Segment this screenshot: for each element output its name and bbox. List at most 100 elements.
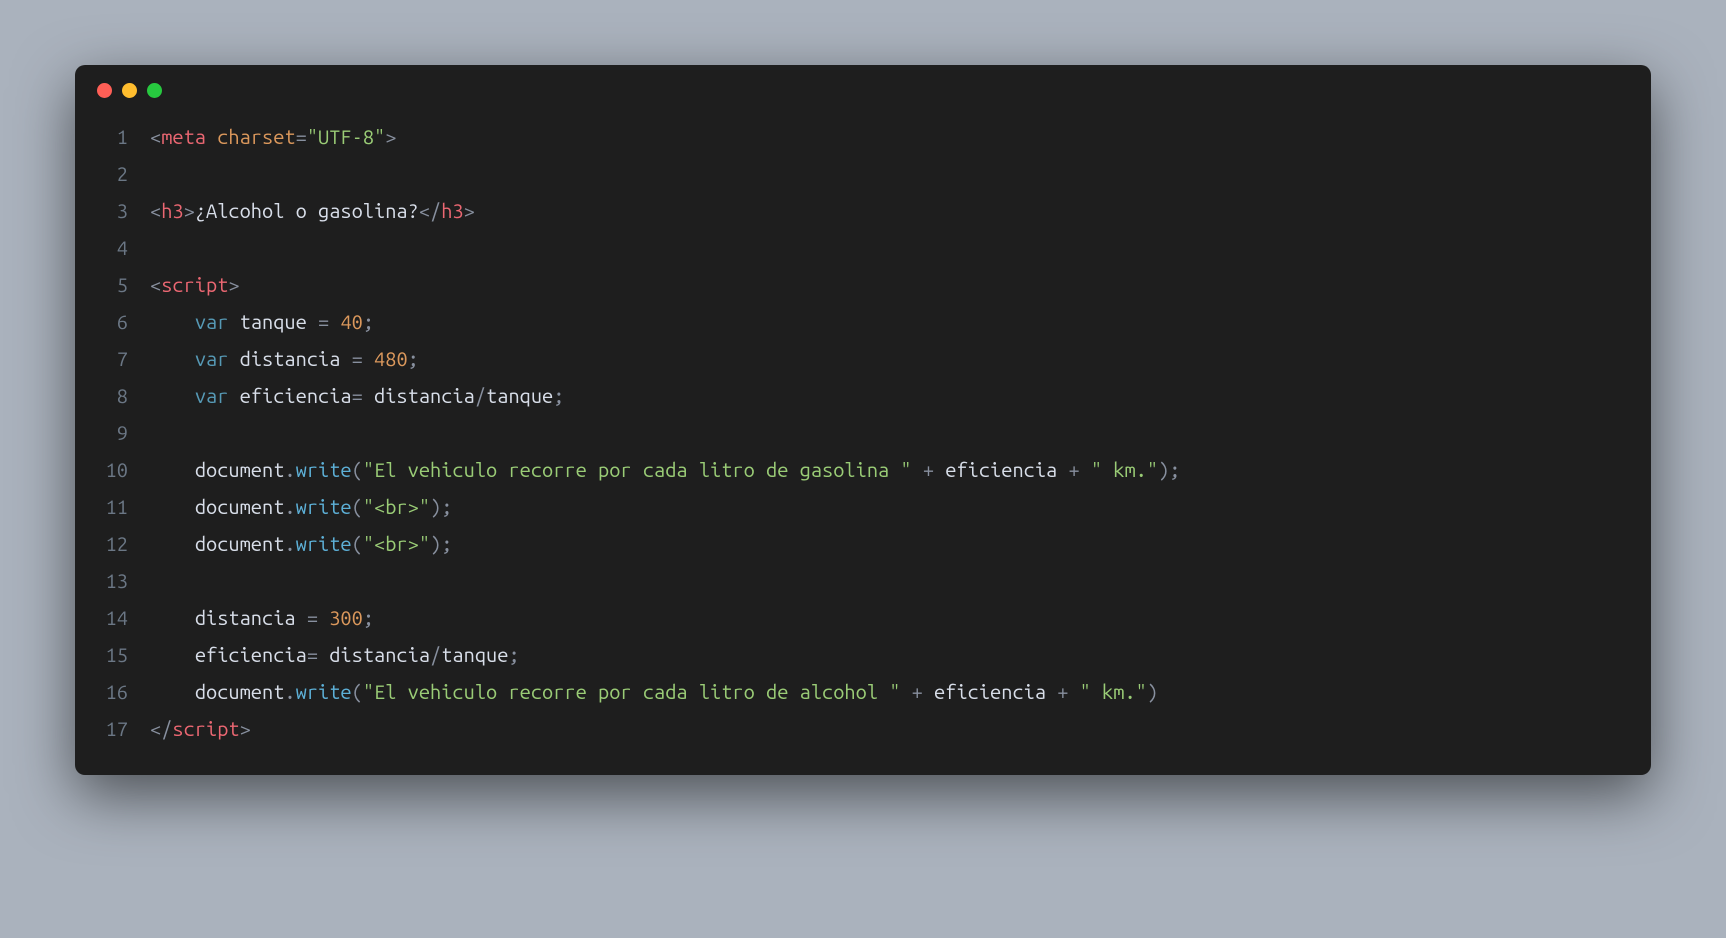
token-ident: distancia [195, 606, 296, 629]
token-punct: ; [508, 643, 519, 666]
token-punct: > [240, 717, 251, 740]
token-ident: tanque [240, 310, 307, 333]
minimize-icon[interactable] [122, 83, 137, 98]
line-number: 11 [75, 488, 150, 525]
token-punct: ); [430, 495, 452, 518]
code-line[interactable]: 13 [75, 562, 1623, 599]
zoom-icon[interactable] [147, 83, 162, 98]
token-text [150, 384, 195, 407]
token-ident: distancia [374, 384, 475, 407]
token-punct: < [150, 125, 161, 148]
token-punct: ; [363, 606, 374, 629]
token-punct: / [475, 384, 486, 407]
token-attr: charset [217, 125, 295, 148]
close-icon[interactable] [97, 83, 112, 98]
token-ident: document [195, 680, 285, 703]
token-text [150, 495, 195, 518]
token-text [150, 606, 195, 629]
token-punct: ); [1158, 458, 1180, 481]
code-line[interactable]: 3<h3>¿Alcohol o gasolina?</h3> [75, 192, 1623, 229]
code-content[interactable] [150, 414, 161, 451]
token-ident: document [195, 532, 285, 555]
token-punct: + [900, 680, 934, 703]
code-content[interactable]: document.write("<br>"); [150, 488, 452, 525]
window-titlebar [75, 65, 1651, 108]
token-punct: < [150, 199, 161, 222]
code-content[interactable]: <meta charset="UTF-8"> [150, 118, 396, 155]
token-text [206, 125, 217, 148]
code-content[interactable] [150, 562, 161, 599]
token-ident: tanque [441, 643, 508, 666]
code-content[interactable]: distancia = 300; [150, 599, 374, 636]
token-punct: = [296, 125, 307, 148]
line-number: 14 [75, 599, 150, 636]
code-content[interactable]: <script> [150, 266, 240, 303]
code-content[interactable]: var eficiencia= distancia/tanque; [150, 377, 564, 414]
code-line[interactable]: 6 var tanque = 40; [75, 303, 1623, 340]
code-line[interactable]: 8 var eficiencia= distancia/tanque; [75, 377, 1623, 414]
token-punct: ( [352, 495, 363, 518]
token-kw: var [195, 310, 229, 333]
token-punct: ); [430, 532, 452, 555]
line-number: 13 [75, 562, 150, 599]
token-fn: write [296, 680, 352, 703]
code-line[interactable]: 15 eficiencia= distancia/tanque; [75, 636, 1623, 673]
line-number: 4 [75, 229, 150, 266]
line-number: 9 [75, 414, 150, 451]
code-line[interactable]: 16 document.write("El vehiculo recorre p… [75, 673, 1623, 710]
code-line[interactable]: 7 var distancia = 480; [75, 340, 1623, 377]
code-line[interactable]: 5<script> [75, 266, 1623, 303]
token-str: "El vehiculo recorre por cada litro de a… [363, 680, 901, 703]
token-tag: script [172, 717, 239, 740]
code-line[interactable]: 1<meta charset="UTF-8"> [75, 118, 1623, 155]
code-line[interactable]: 4 [75, 229, 1623, 266]
code-content[interactable]: document.write("<br>"); [150, 525, 452, 562]
token-fn: write [296, 495, 352, 518]
token-ident: document [195, 458, 285, 481]
token-punct: . [284, 458, 295, 481]
token-text [150, 347, 195, 370]
token-punct: = [296, 606, 330, 629]
line-number: 8 [75, 377, 150, 414]
code-line[interactable]: 11 document.write("<br>"); [75, 488, 1623, 525]
code-line[interactable]: 14 distancia = 300; [75, 599, 1623, 636]
token-punct: > [228, 273, 239, 296]
token-tag: h3 [161, 199, 183, 222]
token-str: " km." [1080, 680, 1147, 703]
code-content[interactable]: document.write("El vehiculo recorre por … [150, 673, 1158, 710]
token-ident: tanque [486, 384, 553, 407]
token-text [150, 310, 195, 333]
token-punct: = [352, 384, 374, 407]
token-str: "El vehiculo recorre por cada litro de g… [363, 458, 912, 481]
code-line[interactable]: 12 document.write("<br>"); [75, 525, 1623, 562]
token-text [150, 458, 195, 481]
code-content[interactable]: var distancia = 480; [150, 340, 419, 377]
code-area[interactable]: 1<meta charset="UTF-8">2 3<h3>¿Alcohol o… [75, 108, 1651, 775]
code-line[interactable]: 17</script> [75, 710, 1623, 747]
line-number: 10 [75, 451, 150, 488]
token-text [228, 347, 239, 370]
token-punct: ) [1147, 680, 1158, 703]
code-content[interactable] [150, 229, 161, 266]
code-line[interactable]: 10 document.write("El vehiculo recorre p… [75, 451, 1623, 488]
line-number: 6 [75, 303, 150, 340]
line-number: 5 [75, 266, 150, 303]
token-num: 480 [374, 347, 408, 370]
code-content[interactable]: var tanque = 40; [150, 303, 374, 340]
code-line[interactable]: 9 [75, 414, 1623, 451]
code-line[interactable]: 2 [75, 155, 1623, 192]
token-punct: . [284, 495, 295, 518]
token-punct: > [464, 199, 475, 222]
token-fn: write [296, 532, 352, 555]
code-content[interactable] [150, 155, 161, 192]
token-punct: + [912, 458, 946, 481]
token-fn: write [296, 458, 352, 481]
code-content[interactable]: document.write("El vehiculo recorre por … [150, 451, 1180, 488]
code-content[interactable]: eficiencia= distancia/tanque; [150, 636, 520, 673]
line-number: 3 [75, 192, 150, 229]
token-punct: ; [363, 310, 374, 333]
token-str: " km." [1091, 458, 1158, 481]
code-content[interactable]: <h3>¿Alcohol o gasolina?</h3> [150, 192, 475, 229]
token-tag: h3 [441, 199, 463, 222]
code-content[interactable]: </script> [150, 710, 251, 747]
